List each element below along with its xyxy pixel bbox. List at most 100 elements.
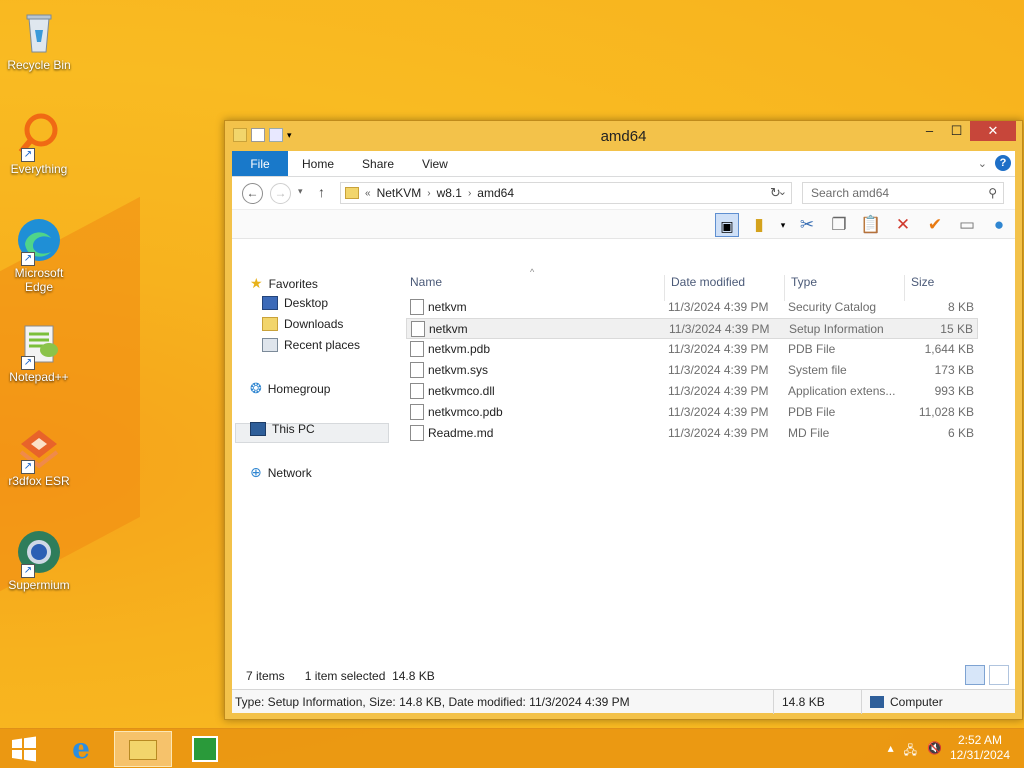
properties-icon[interactable]: ▭ [955, 213, 979, 237]
breadcrumb-separator-icon[interactable]: › [468, 188, 471, 199]
preview-pane-icon[interactable]: ▣ [715, 213, 739, 237]
network-sphere-icon[interactable]: ● [987, 213, 1011, 237]
column-header-type[interactable]: Type [791, 275, 817, 289]
taskbar-file-explorer[interactable] [114, 731, 172, 767]
file-row[interactable]: Readme.md 11/3/2024 4:39 PM MD File 6 KB [406, 423, 978, 444]
breadcrumb-amd64[interactable]: amd64 [477, 186, 514, 200]
downloads-icon [262, 317, 278, 331]
tab-share[interactable]: Share [348, 151, 408, 176]
file-name: netkvm.sys [428, 363, 489, 377]
refresh-icon[interactable]: ↻ [770, 185, 781, 201]
shortcut-arrow-icon: ↗ [21, 252, 35, 266]
file-row[interactable]: netkvm.pdb 11/3/2024 4:39 PM PDB File 1,644… [406, 339, 978, 360]
shortcut-arrow-icon: ↗ [21, 148, 35, 162]
file-size: 11,028 KB [918, 405, 974, 419]
title-bar[interactable]: ▾ amd64 – ☐ ✕ [225, 121, 1022, 151]
status-details: Type: Setup Information, Size: 14.8 KB, … [235, 695, 630, 709]
nav-homegroup[interactable]: ❂ Homegroup [250, 380, 330, 397]
details-view-icon[interactable] [965, 665, 985, 685]
nav-label: Desktop [284, 296, 329, 310]
desktop-icon-edge[interactable]: ↗ Microsoft Edge [4, 216, 74, 294]
breadcrumb-w81[interactable]: w8.1 [437, 186, 462, 200]
volume-muted-icon[interactable]: 🔇 [927, 741, 942, 762]
breadcrumb-netkvm[interactable]: NetKVM [377, 186, 422, 200]
up-button[interactable]: ↑ [318, 184, 325, 200]
desktop-icon-label: Recycle Bin [7, 58, 71, 72]
file-size: 6 KB [947, 426, 974, 440]
search-placeholder: Search amd64 [811, 186, 890, 200]
everything-icon: ↗ [15, 112, 63, 162]
nav-favorites[interactable]: ★ Favorites [250, 275, 318, 292]
desktop-icon-supermium[interactable]: ↗ Supermium [4, 528, 74, 592]
navigation-pane: ★ Favorites Desktop Downloads Recent pla… [232, 269, 392, 659]
file-type: MD File [788, 426, 830, 440]
file-name: netkvmco.dll [428, 384, 495, 398]
cut-icon[interactable]: ✂ [795, 213, 819, 237]
file-row[interactable]: netkvmco.dll 11/3/2024 4:39 PM Application… [406, 381, 978, 402]
breadcrumb-overflow[interactable]: « [365, 188, 371, 199]
column-header-name[interactable]: Name [410, 275, 442, 289]
nav-desktop[interactable]: Desktop [262, 296, 328, 310]
view-switcher [965, 665, 1009, 685]
ribbon-tabs: File Home Share View ⌄ ? [232, 151, 1015, 177]
recent-locations-icon[interactable]: ▾ [298, 186, 303, 197]
ribbon-right: ⌄ ? [978, 155, 1011, 171]
folder-options-icon[interactable]: ▮ [747, 213, 771, 237]
file-row[interactable]: netkvm 11/3/2024 4:39 PM Setup Information… [406, 318, 978, 339]
tab-view[interactable]: View [408, 151, 462, 176]
help-icon[interactable]: ? [995, 155, 1011, 171]
file-row[interactable]: netkvmco.pdb 11/3/2024 4:39 PM PDB File 11,… [406, 402, 978, 423]
nav-downloads[interactable]: Downloads [262, 317, 343, 331]
computer-icon [250, 422, 266, 436]
file-size: 1,644 KB [924, 342, 974, 356]
file-row[interactable]: netkvm.sys 11/3/2024 4:39 PM System file 17… [406, 360, 978, 381]
forward-button[interactable]: → [270, 183, 291, 204]
explorer-window: ▾ amd64 – ☐ ✕ File Home Share View ⌄ ? ←… [224, 120, 1023, 720]
desktop-icon-everything[interactable]: ↗ Everything [4, 112, 74, 176]
minimize-button[interactable]: – [916, 121, 943, 141]
breadcrumb-separator-icon[interactable]: › [427, 188, 430, 199]
show-hidden-icons-icon[interactable]: ▴ [888, 741, 894, 762]
nav-recent-places[interactable]: Recent places [262, 338, 360, 352]
search-input[interactable]: Search amd64 ⚲ [802, 182, 1004, 204]
chevron-down-icon[interactable]: ▾ [779, 213, 787, 237]
clock-date: 12/31/2024 [949, 748, 1010, 762]
file-icon [411, 321, 425, 337]
search-icon[interactable]: ⚲ [988, 183, 997, 203]
file-icon [410, 383, 424, 399]
star-icon: ★ [250, 275, 263, 291]
large-icons-view-icon[interactable] [989, 665, 1009, 685]
maximize-button[interactable]: ☐ [943, 121, 970, 141]
tab-home[interactable]: Home [288, 151, 348, 176]
desktop-icon-notepad-plus-plus[interactable]: ↗ Notepad++ [4, 320, 74, 384]
start-button[interactable] [0, 731, 48, 767]
nav-this-pc[interactable]: This PC [250, 422, 315, 436]
delete-icon[interactable]: ✕ [891, 213, 915, 237]
file-icon [410, 341, 424, 357]
address-bar[interactable]: « NetKVM › w8.1 › amd64 ⌄ [340, 182, 792, 204]
taskbar-store[interactable] [176, 731, 234, 767]
computer-icon [870, 696, 884, 708]
taskbar-internet-explorer[interactable]: e [52, 731, 110, 767]
homegroup-icon: ❂ [250, 380, 262, 396]
rename-icon[interactable]: ✔ [923, 213, 947, 237]
internet-explorer-icon: e [72, 732, 90, 765]
system-tray: ▴ 🖧 🔇 [888, 741, 942, 762]
tab-file[interactable]: File [232, 151, 288, 176]
column-header-date[interactable]: Date modified [671, 275, 745, 289]
copy-icon[interactable]: ❐ [827, 213, 851, 237]
desktop-icon [262, 296, 278, 310]
network-status-icon[interactable]: 🖧 [904, 741, 917, 762]
file-row[interactable]: netkvm 11/3/2024 4:39 PM Security Catalog 8… [406, 297, 978, 318]
file-type: PDB File [788, 405, 836, 419]
command-toolbar: ▣ ▮ ▾ ✂ ❐ 📋 ✕ ✔ ▭ ● [232, 209, 1015, 239]
desktop-icon-r3dfox[interactable]: ↗ r3dfox ESR [4, 424, 74, 488]
expand-ribbon-icon[interactable]: ⌄ [978, 157, 987, 170]
column-header-size[interactable]: Size [911, 275, 934, 289]
nav-network[interactable]: ⊕ Network [250, 464, 312, 481]
back-button[interactable]: ← [242, 183, 263, 204]
close-button[interactable]: ✕ [970, 121, 1016, 141]
desktop-icon-recycle-bin[interactable]: Recycle Bin [4, 8, 74, 72]
clock[interactable]: 2:52 AM 12/31/2024 [950, 733, 1010, 763]
paste-icon[interactable]: 📋 [859, 213, 883, 237]
